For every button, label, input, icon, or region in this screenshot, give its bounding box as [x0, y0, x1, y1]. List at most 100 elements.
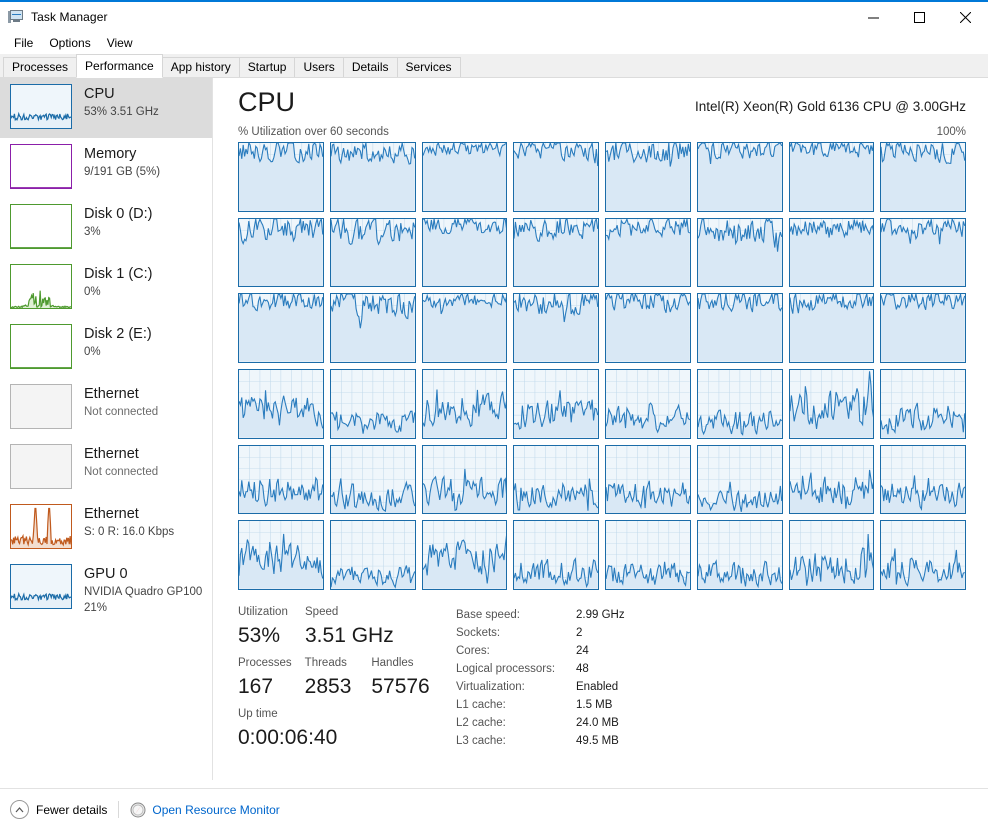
graph-caption: % Utilization over 60 seconds 100% — [238, 126, 966, 138]
core-graph-cell[interactable] — [788, 444, 875, 515]
core-graph-cell[interactable] — [421, 520, 508, 590]
core-graph-cell[interactable] — [513, 520, 599, 590]
core-graph-cell[interactable] — [329, 368, 416, 439]
core-graph-cell[interactable] — [238, 520, 324, 590]
cpu-info-row: Base speed: 2.99 GHz — [456, 606, 966, 624]
core-graph-cell[interactable] — [513, 217, 599, 288]
core-graph-cell[interactable] — [696, 368, 783, 439]
core-graph-cell[interactable] — [696, 217, 783, 288]
cpu-info-value: Enabled — [576, 681, 619, 693]
core-graph-cell[interactable] — [238, 217, 324, 288]
resource-sidebar[interactable]: CPU 53% 3.51 GHz Memory 9/191 GB (5%) Disk 0… — [0, 78, 213, 780]
sidebar-item-disk-2-e-4[interactable]: Disk 2 (E:) 0% — [0, 318, 212, 378]
sidebar-thumbnail-graph — [10, 264, 72, 309]
core-graph-cell[interactable] — [421, 217, 508, 288]
minimize-button[interactable] — [850, 2, 896, 32]
sidebar-item-label: Disk 0 (D:) — [84, 206, 153, 222]
sidebar-item-text: CPU 53% 3.51 GHz — [84, 84, 159, 120]
sidebar-item-ethernet-7[interactable]: Ethernet S: 0 R: 16.0 Kbps — [0, 498, 212, 558]
stats-row-uptime: Up time 0:00:06:40 — [238, 706, 438, 752]
threads-value-cell: 2853 — [305, 672, 372, 701]
tab-details[interactable]: Details — [342, 57, 398, 77]
core-graph-cell[interactable] — [605, 217, 691, 288]
sidebar-thumbnail-graph — [10, 444, 72, 489]
maximize-button[interactable] — [896, 2, 942, 32]
core-graph-cell[interactable] — [329, 293, 416, 363]
open-resource-monitor-button[interactable]: Open Resource Monitor — [130, 802, 280, 818]
sidebar-item-disk-1-c-3[interactable]: Disk 1 (C:) 0% — [0, 258, 212, 318]
sidebar-item-cpu-0[interactable]: CPU 53% 3.51 GHz — [0, 78, 212, 138]
core-graph-cell[interactable] — [238, 444, 324, 515]
menu-item-file[interactable]: File — [8, 34, 41, 53]
sidebar-item-ethernet-6[interactable]: Ethernet Not connected — [0, 438, 212, 498]
core-graph-cell[interactable] — [696, 293, 783, 363]
core-graph-cell[interactable] — [513, 368, 599, 439]
tab-processes[interactable]: Processes — [3, 57, 78, 77]
cpu-info-value: 2.99 GHz — [576, 609, 625, 621]
core-graph-cell[interactable] — [421, 368, 508, 439]
core-graph-cell[interactable] — [880, 217, 966, 288]
sidebar-item-ethernet-5[interactable]: Ethernet Not connected — [0, 378, 212, 438]
core-graph-cell[interactable] — [513, 142, 599, 212]
core-graph-cell[interactable] — [696, 142, 783, 212]
sidebar-thumbnail-graph — [10, 84, 72, 129]
core-graph-cell[interactable] — [880, 520, 966, 590]
core-graph-cell[interactable] — [238, 142, 324, 212]
core-graph-cell[interactable] — [605, 293, 691, 363]
core-graph-cell[interactable] — [421, 444, 508, 515]
cpu-info-value: 1.5 MB — [576, 699, 613, 711]
core-graph-cell[interactable] — [880, 444, 966, 515]
core-graph-cell[interactable] — [329, 520, 416, 590]
tab-users[interactable]: Users — [294, 57, 344, 77]
core-graph-cell[interactable] — [513, 293, 599, 363]
core-graph-cell[interactable] — [238, 368, 324, 439]
tab-app-history[interactable]: App history — [161, 57, 240, 77]
core-graph-cell[interactable] — [329, 142, 416, 212]
core-graph-cell[interactable] — [880, 368, 966, 439]
core-graph-cell[interactable] — [696, 520, 783, 590]
sidebar-thumbnail-graph — [10, 564, 72, 609]
sidebar-thumbnail-graph — [10, 504, 72, 549]
sidebar-item-sublabel: 3% — [84, 226, 101, 238]
core-graph-cell[interactable] — [880, 142, 966, 212]
stats-left-column: Utilization Speed 53% 3.51 GHz Processes… — [238, 604, 438, 757]
core-graph-cell[interactable] — [329, 444, 416, 515]
core-graph-cell[interactable] — [329, 217, 416, 288]
core-graph-cell[interactable] — [788, 293, 875, 363]
close-button[interactable] — [942, 2, 988, 32]
core-graph-cell[interactable] — [605, 520, 691, 590]
chevron-up-icon — [10, 800, 29, 819]
core-graph-cell[interactable] — [788, 142, 875, 212]
sidebar-item-sublabel: 0% — [84, 286, 101, 298]
tab-startup[interactable]: Startup — [238, 57, 296, 77]
core-graph-cell[interactable] — [788, 217, 875, 288]
tab-services[interactable]: Services — [396, 57, 461, 77]
handles-label: Handles — [371, 657, 414, 669]
sidebar-item-text: Ethernet S: 0 R: 16.0 Kbps — [84, 504, 174, 540]
sidebar-item-disk-0-d-2[interactable]: Disk 0 (D:) 3% — [0, 198, 212, 258]
menu-item-view[interactable]: View — [101, 34, 141, 53]
core-graph-cell[interactable] — [788, 520, 875, 590]
sidebar-item-memory-1[interactable]: Memory 9/191 GB (5%) — [0, 138, 212, 198]
core-graph-cell[interactable] — [880, 293, 966, 363]
core-graph-cell[interactable] — [238, 293, 324, 363]
cpu-model-label: Intel(R) Xeon(R) Gold 6136 CPU @ 3.00GHz — [694, 99, 966, 114]
cpu-info-key: L1 cache: — [456, 699, 506, 711]
fewer-details-button[interactable]: Fewer details — [10, 800, 107, 819]
core-graph-cell[interactable] — [696, 444, 783, 515]
sidebar-thumbnail-graph — [10, 384, 72, 429]
sidebar-item-gpu-0-8[interactable]: GPU 0 NVIDIA Quadro GP100 21% — [0, 558, 212, 618]
core-graph-cell[interactable] — [788, 368, 875, 439]
cpu-detail-panel: CPU Intel(R) Xeon(R) Gold 6136 CPU @ 3.0… — [213, 78, 988, 780]
core-graph-cell[interactable] — [421, 142, 508, 212]
core-graph-cell[interactable] — [513, 444, 599, 515]
tab-performance[interactable]: Performance — [76, 54, 163, 78]
core-graph-cell[interactable] — [605, 444, 691, 515]
logical-processor-graph-grid[interactable] — [238, 142, 966, 590]
core-graph-cell[interactable] — [605, 142, 691, 212]
menu-item-options[interactable]: Options — [43, 34, 98, 53]
cpu-info-key: Logical processors: — [456, 663, 556, 675]
core-graph-cell[interactable] — [421, 293, 508, 363]
core-graph-cell[interactable] — [605, 368, 691, 439]
sidebar-item-sublabel: S: 0 R: 16.0 Kbps — [84, 526, 175, 538]
